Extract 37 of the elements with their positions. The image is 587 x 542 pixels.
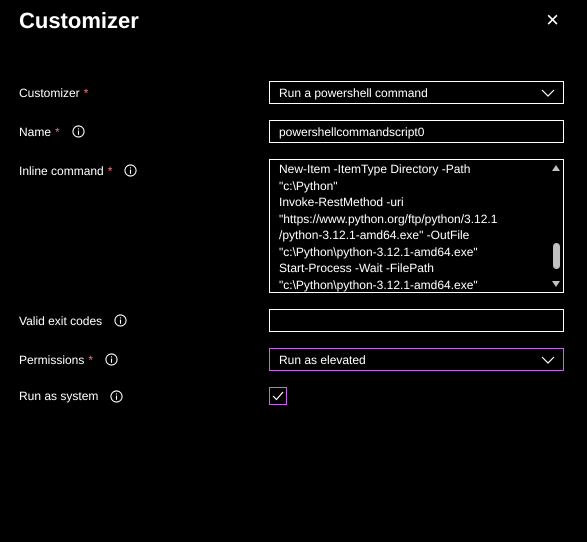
text-field[interactable]	[269, 309, 564, 332]
field-label: Valid exit codes	[19, 312, 102, 330]
command-line: Start-Process -Wait -FilePath	[279, 260, 435, 276]
info-icon[interactable]	[72, 125, 85, 138]
info-icon[interactable]	[110, 390, 124, 402]
scroll-down-icon[interactable]	[552, 281, 560, 287]
field-label: Inline command	[19, 162, 104, 180]
command-line: Invoke-RestMethod -uri	[279, 194, 405, 210]
panel-title: Customizer	[19, 7, 139, 35]
scrollbar-thumb[interactable]	[552, 243, 560, 269]
chevron-down-icon	[541, 356, 555, 364]
command-line: /python-3.12.1-amd64.exe" -OutFile	[279, 227, 470, 244]
command-line: "c:\Python\python-3.12.1-amd64.exe"	[279, 276, 479, 293]
command-line: "c:\Python"	[279, 178, 339, 194]
checkbox[interactable]	[269, 387, 287, 405]
command-textarea[interactable]	[269, 159, 564, 293]
field-label: Run as system	[19, 388, 98, 405]
info-icon[interactable]	[105, 353, 118, 366]
required-asterisk: *	[84, 84, 88, 102]
info-icon[interactable]	[124, 164, 138, 177]
dropdown[interactable]: Run as elevated	[269, 348, 564, 371]
required-asterisk: *	[55, 124, 60, 140]
text-field[interactable]: powershellcommandscript0	[269, 120, 564, 143]
command-line: New-Item -ItemType Directory -Path	[279, 161, 472, 178]
field-label: Name	[19, 124, 52, 140]
required-asterisk: *	[88, 352, 94, 368]
close-button[interactable]: ×	[546, 9, 559, 31]
field-label: Customizer	[19, 84, 80, 102]
info-icon[interactable]	[114, 314, 128, 327]
command-line: "https://www.python.org/ftp/python/3.12.1	[279, 210, 498, 227]
required-asterisk: *	[108, 162, 112, 180]
checkmark-icon	[272, 391, 284, 401]
command-line: "c:\Python\python-3.12.1-amd64.exe"	[279, 244, 479, 260]
dropdown[interactable]: Run a powershell command	[269, 81, 564, 104]
chevron-down-icon	[541, 88, 555, 96]
scroll-up-icon[interactable]	[552, 165, 560, 171]
field-label: Permissions	[19, 352, 84, 368]
